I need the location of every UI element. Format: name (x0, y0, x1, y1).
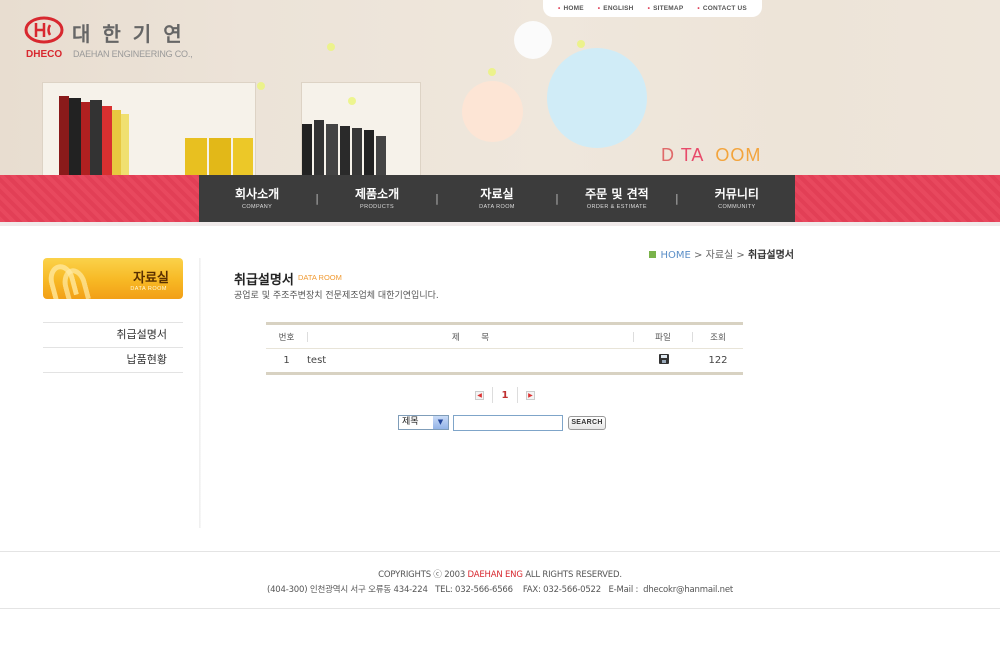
column-header-no: 번호 (278, 332, 295, 343)
table-header: 번호 제 목 파일 조회 (266, 325, 743, 349)
company-logo-icon[interactable] (24, 16, 64, 44)
pagination: ◀ 1 ▶ (475, 386, 535, 404)
top-utility-nav: • HOME • ENGLISH • SITEMAP • CONTACT US (543, 0, 762, 17)
top-link-sitemap[interactable]: • SITEMAP (648, 5, 684, 12)
decorative-sparkle (577, 40, 585, 48)
book (69, 98, 81, 175)
logo-abbreviation: DHECO (26, 49, 63, 60)
book (340, 126, 350, 175)
bookshelf-right-image (301, 82, 421, 175)
decorative-sparkle (348, 97, 356, 105)
search-field-select[interactable]: 제목 ▼ (398, 415, 449, 430)
breadcrumb: HOME > 자료실 > 취급설명서 (648, 246, 794, 261)
page-title-english: DATA ROOM (298, 273, 342, 282)
row-file (635, 354, 693, 367)
sidebar-title-banner: 자료실 DATA ROOM (43, 258, 183, 299)
book (90, 100, 102, 175)
bullet-icon: • (558, 5, 561, 12)
book (102, 106, 112, 175)
disk-icon[interactable] (659, 354, 669, 364)
decorative-bubble (462, 81, 523, 142)
logo-english-name: DAEHAN ENGINEERING CO., (73, 49, 193, 59)
bullet-icon: • (597, 5, 601, 12)
book (121, 114, 129, 175)
book (352, 128, 362, 175)
search-button[interactable]: SEARCH (568, 416, 606, 430)
sidebar-title: 자료실 (133, 271, 169, 286)
main-nav-community[interactable]: 커뮤니티 COMMUNITY (679, 187, 795, 210)
sidebar-title-english: DATA ROOM (130, 286, 167, 292)
book (81, 102, 90, 175)
main-nav-products[interactable]: 제품소개 PRODUCTS (319, 187, 435, 210)
breadcrumb-section[interactable]: 자료실 (706, 250, 734, 261)
main-nav-order-estimate[interactable]: 주문 및 견적 ORDER & ESTIMATE (559, 187, 675, 210)
table-row: 1 test 122 (266, 349, 743, 372)
book (364, 130, 374, 175)
top-link-home[interactable]: • HOME (558, 5, 584, 12)
sidebar-divider (199, 258, 201, 528)
header: 대한기연 DHECO DAEHAN ENGINEERING CO., • HOME… (0, 0, 1000, 175)
main-nav: 회사소개 COMPANY | 제품소개 PRODUCTS | 자료실 DATA … (199, 175, 795, 222)
decorative-sparkle (488, 68, 496, 76)
footer: COPYRIGHTS ⓒ 2003 DAEHAN ENG ALL RIGHTS … (0, 551, 1000, 609)
decorative-sparkle (327, 43, 335, 51)
bullet-icon: • (697, 5, 700, 12)
decorative-bubble (514, 21, 552, 59)
hero-title: D TA OOM (661, 145, 762, 165)
bookshelf-left-image (42, 82, 256, 175)
chevron-down-icon[interactable]: ▼ (433, 416, 448, 429)
book (209, 138, 231, 175)
board-table: 번호 제 목 파일 조회 1 test 122 (266, 322, 743, 375)
row-views: 122 (708, 355, 728, 366)
footer-copyright: COPYRIGHTS ⓒ 2003 DAEHAN ENG ALL RIGHTS … (378, 570, 622, 580)
book (376, 136, 386, 175)
column-header-views: 조회 (710, 332, 726, 343)
book (185, 138, 207, 175)
book (59, 96, 69, 175)
book (302, 124, 312, 175)
sidebar-item-delivery-record[interactable]: 납품현황 (43, 348, 183, 373)
column-header-file: 파일 (655, 332, 671, 343)
main-nav-company[interactable]: 회사소개 COMPANY (199, 187, 315, 210)
decorative-sparkle (257, 82, 265, 90)
book (233, 138, 253, 175)
nav-band-shadow (0, 222, 1000, 226)
footer-company-name: DAEHAN ENG (467, 570, 523, 580)
page-number-current[interactable]: 1 (502, 390, 509, 401)
logo-korean-name: 대한기연 (72, 22, 194, 46)
breadcrumb-bullet-icon (648, 251, 656, 258)
bullet-icon: • (647, 5, 651, 12)
main-nav-data-room[interactable]: 자료실 DATA ROOM (439, 187, 555, 210)
decorative-bubble (547, 48, 647, 148)
top-link-contact[interactable]: • CONTACT US (697, 5, 747, 12)
breadcrumb-current: 취급설명서 (748, 250, 794, 261)
next-page-icon[interactable]: ▶ (525, 390, 535, 400)
table-bottom-border (266, 372, 743, 375)
book (112, 110, 121, 175)
page-description: 공업로 및 주조주변장치 전문제조업체 대한기연입니다. (234, 291, 439, 301)
pager-divider (492, 387, 494, 403)
top-link-english[interactable]: • ENGLISH (598, 5, 634, 12)
row-number: 1 (283, 355, 290, 366)
column-header-title: 제 목 (451, 332, 490, 343)
book (314, 120, 324, 175)
prev-page-icon[interactable]: ◀ (475, 390, 484, 400)
footer-address: (404-300) 인천광역시 서구 오류동 434-224 TEL: 032-… (266, 585, 734, 595)
sidebar-menu: 취급설명서 납품현황 (43, 322, 183, 373)
sidebar-item-manuals[interactable]: 취급설명서 (43, 323, 183, 348)
row-title-link[interactable]: test (307, 355, 635, 366)
pager-divider (516, 387, 518, 403)
book (326, 124, 338, 175)
page-title: 취급설명서 (234, 273, 294, 288)
search-input[interactable] (453, 415, 563, 431)
breadcrumb-home-link[interactable]: HOME (661, 250, 691, 261)
